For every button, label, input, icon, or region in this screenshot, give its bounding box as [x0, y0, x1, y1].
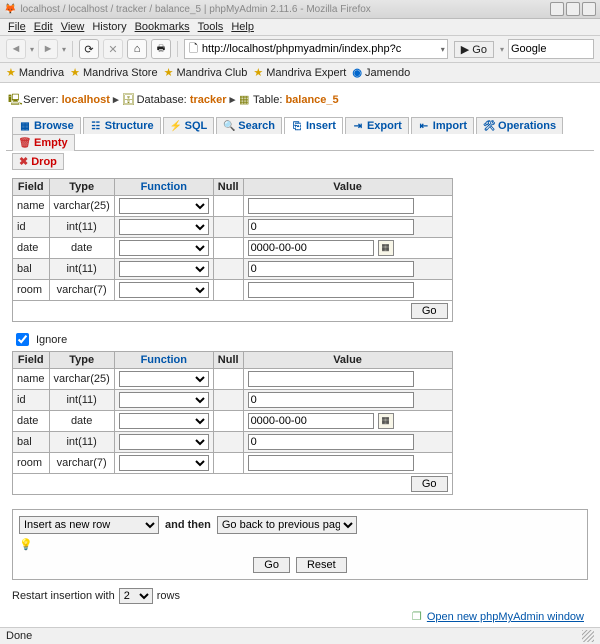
window-title: localhost / localhost / tracker / balanc…: [20, 4, 548, 15]
tab-drop[interactable]: ✖Drop: [12, 153, 64, 170]
menu-tools[interactable]: Tools: [198, 21, 224, 33]
tip-icon: 💡: [19, 539, 33, 551]
minimize-button[interactable]: [550, 2, 564, 16]
value2-name[interactable]: [248, 371, 414, 387]
bookmark-mandriva-store[interactable]: ★Mandriva Store: [70, 66, 157, 79]
tab-export[interactable]: ⇥Export: [345, 117, 409, 134]
url-bar[interactable]: 🗋 ▾: [184, 39, 448, 59]
restart-rows-select[interactable]: 2: [119, 588, 153, 604]
status-text: Done: [6, 630, 32, 642]
col-type: Type: [49, 179, 114, 196]
url-input[interactable]: [200, 42, 441, 56]
resize-grip[interactable]: [582, 630, 594, 642]
bookmarks-toolbar: ★Mandriva ★Mandriva Store ★Mandriva Club…: [0, 63, 600, 83]
bookmark-mandriva-expert[interactable]: ★Mandriva Expert: [253, 66, 346, 79]
database-icon: 🗄: [122, 93, 134, 106]
maximize-button[interactable]: [566, 2, 580, 16]
go-button-1[interactable]: Go: [411, 303, 448, 319]
value-name[interactable]: [248, 198, 414, 214]
bookmark-mandriva[interactable]: ★Mandriva: [6, 66, 64, 79]
col-null: Null: [213, 179, 243, 196]
func2-date[interactable]: [119, 413, 209, 429]
menu-history[interactable]: History: [92, 21, 126, 33]
after-insert-select[interactable]: Go back to previous page: [217, 516, 357, 534]
search-box[interactable]: [508, 39, 594, 59]
calendar-icon-2[interactable]: ▦: [378, 413, 394, 429]
tab-search[interactable]: 🔍Search: [216, 117, 282, 134]
table-icon: ▦: [238, 93, 250, 106]
ignore-checkbox[interactable]: [16, 333, 29, 346]
window-titlebar: 🦊 localhost / localhost / tracker / bala…: [0, 0, 600, 19]
func-id[interactable]: [119, 219, 209, 235]
menu-file[interactable]: File: [8, 21, 26, 33]
menu-edit[interactable]: Edit: [34, 21, 53, 33]
tab-sql[interactable]: ⚡SQL: [163, 117, 215, 134]
tab-insert[interactable]: ⎘Insert: [284, 117, 343, 134]
insert-grid-2: Field Type Function Null Value namevarch…: [12, 351, 453, 495]
value-bal[interactable]: [248, 261, 414, 277]
func2-bal[interactable]: [119, 434, 209, 450]
func-date[interactable]: [119, 240, 209, 256]
stop-button[interactable]: ✕: [103, 39, 123, 59]
site-identity-icon[interactable]: 🗋: [189, 40, 198, 59]
menu-bookmarks[interactable]: Bookmarks: [135, 21, 190, 33]
close-button[interactable]: [582, 2, 596, 16]
func-room[interactable]: [119, 282, 209, 298]
insert-grid-1: Field Type Function Null Value namevarch…: [12, 178, 453, 322]
home-button[interactable]: ⌂: [127, 39, 147, 59]
go-button[interactable]: ▶ Go: [454, 41, 494, 58]
value2-room[interactable]: [248, 455, 414, 471]
bookmark-jamendo[interactable]: ◉Jamendo: [352, 66, 410, 79]
menu-view[interactable]: View: [61, 21, 85, 33]
reload-button[interactable]: ⟳: [79, 39, 99, 59]
insert-mode-select[interactable]: Insert as new row: [19, 516, 159, 534]
tab-structure[interactable]: ☷Structure: [83, 117, 161, 134]
and-then-label: and then: [165, 519, 211, 531]
back-button[interactable]: ◄: [6, 39, 26, 59]
func2-name[interactable]: [119, 371, 209, 387]
col-function[interactable]: Function: [114, 179, 213, 196]
nav-toolbar: ◄ ▾ ► ▾ ⟳ ✕ ⌂ 🖶 🗋 ▾ ▶ Go ▾: [0, 36, 600, 63]
server-icon: 🖳: [8, 91, 20, 110]
table-link[interactable]: balance_5: [285, 94, 338, 106]
col-field: Field: [13, 179, 50, 196]
func-bal[interactable]: [119, 261, 209, 277]
value2-bal[interactable]: [248, 434, 414, 450]
database-link[interactable]: tracker: [190, 94, 227, 106]
url-dropdown-icon[interactable]: ▾: [441, 45, 445, 54]
open-new-window-link[interactable]: Open new phpMyAdmin window: [427, 611, 584, 623]
func2-room[interactable]: [119, 455, 209, 471]
server-link[interactable]: localhost: [62, 94, 110, 106]
menu-bar: File Edit View History Bookmarks Tools H…: [0, 19, 600, 36]
insert-options: Insert as new row and then Go back to pr…: [12, 509, 588, 580]
forward-button[interactable]: ►: [38, 39, 58, 59]
breadcrumb: 🖳 Server: localhost ▸ 🗄 Database: tracke…: [6, 89, 594, 116]
func2-id[interactable]: [119, 392, 209, 408]
restart-row: Restart insertion with 2 rows: [6, 584, 594, 608]
go-button-2[interactable]: Go: [411, 476, 448, 492]
bookmark-mandriva-club[interactable]: ★Mandriva Club: [164, 66, 248, 79]
new-window-icon: ❐: [412, 611, 422, 623]
calendar-icon[interactable]: ▦: [378, 240, 394, 256]
status-bar: Done: [0, 627, 600, 644]
tab-import[interactable]: ⇤Import: [411, 117, 474, 134]
drop-icon: ✖: [19, 155, 28, 168]
value2-date[interactable]: [248, 413, 374, 429]
value2-id[interactable]: [248, 392, 414, 408]
func-name[interactable]: [119, 198, 209, 214]
col-value: Value: [243, 179, 452, 196]
value-id[interactable]: [248, 219, 414, 235]
print-button[interactable]: 🖶: [151, 39, 171, 59]
menu-help[interactable]: Help: [231, 21, 254, 33]
value-room[interactable]: [248, 282, 414, 298]
tab-operations[interactable]: 🛠Operations: [476, 117, 563, 134]
tab-empty[interactable]: 🗑Empty: [12, 134, 75, 151]
ignore-label: Ignore: [36, 334, 67, 346]
value-date[interactable]: [248, 240, 374, 256]
table-tabs: ▦Browse ☷Structure ⚡SQL 🔍Search ⎘Insert …: [6, 116, 594, 151]
tab-browse[interactable]: ▦Browse: [12, 117, 81, 134]
